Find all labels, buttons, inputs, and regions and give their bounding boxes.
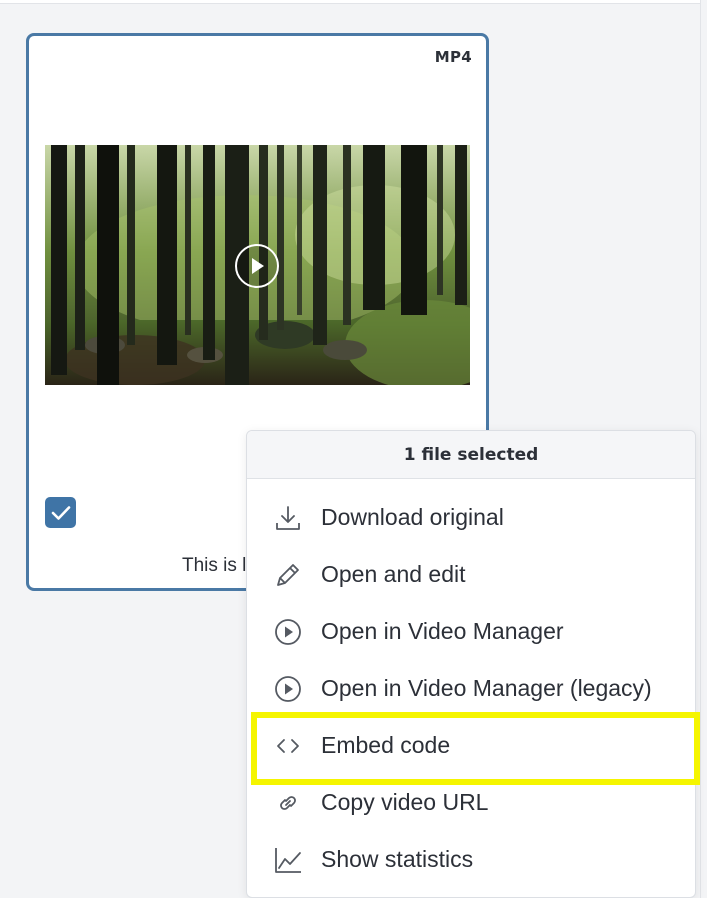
card-caption: This is l (182, 555, 247, 576)
menu-item-download-original[interactable]: Download original (247, 489, 695, 546)
select-checkbox[interactable] (45, 497, 76, 528)
menu-item-show-statistics[interactable]: Show statistics (247, 831, 695, 888)
checkmark-icon (51, 505, 70, 520)
menu-item-label: Download original (321, 504, 504, 530)
video-thumbnail[interactable] (45, 145, 470, 385)
file-type-badge: MP4 (434, 48, 472, 66)
menu-item-label: Embed code (321, 732, 451, 758)
menu-item-label: Open in Video Manager (321, 618, 564, 644)
menu-item-label: Open and edit (321, 561, 466, 587)
line-chart-icon (273, 845, 303, 875)
link-icon (273, 788, 303, 818)
play-button[interactable] (235, 244, 279, 288)
play-circle-icon (273, 674, 303, 704)
menu-item-label: Open in Video Manager (legacy) (321, 675, 652, 701)
menu-item-label: Copy video URL (321, 789, 489, 815)
menu-header: 1 file selected (247, 431, 695, 479)
play-circle-icon (273, 617, 303, 647)
menu-item-embed-code[interactable]: Embed code (247, 717, 695, 774)
download-icon (273, 503, 303, 533)
code-brackets-icon (273, 731, 303, 761)
panel-divider (700, 0, 701, 898)
pencil-icon (273, 560, 303, 590)
menu-item-copy-video-url[interactable]: Copy video URL (247, 774, 695, 831)
menu-item-open-in-video-manager-legacy[interactable]: Open in Video Manager (legacy) (247, 660, 695, 717)
menu-item-label: Show statistics (321, 846, 474, 872)
menu-item-open-in-video-manager[interactable]: Open in Video Manager (247, 603, 695, 660)
play-icon (252, 258, 264, 274)
top-strip (0, 0, 700, 4)
context-menu: 1 file selected Download original Open a… (246, 430, 696, 898)
menu-item-open-and-edit[interactable]: Open and edit (247, 546, 695, 603)
